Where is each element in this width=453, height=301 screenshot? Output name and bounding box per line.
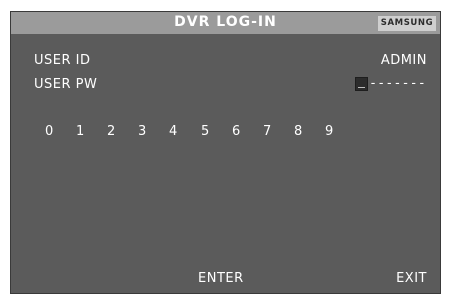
keypad-digit-3[interactable]: 3 xyxy=(138,124,147,139)
keypad-digit-7[interactable]: 7 xyxy=(263,124,272,139)
keypad-digit-4[interactable]: 4 xyxy=(169,124,178,139)
keypad-digit-6[interactable]: 6 xyxy=(232,124,241,139)
keypad-digit-8[interactable]: 8 xyxy=(294,124,303,139)
keypad-digit-1[interactable]: 1 xyxy=(76,124,85,139)
user-id-value[interactable]: ADMIN xyxy=(381,53,427,68)
dvr-login-screen: DVR LOG-IN SAMSUNG USER ID ADMIN USER PW… xyxy=(10,11,441,294)
window-title: DVR LOG-IN xyxy=(174,14,277,30)
title-bar: DVR LOG-IN SAMSUNG xyxy=(11,12,440,34)
keypad-digit-2[interactable]: 2 xyxy=(107,124,116,139)
exit-button[interactable]: EXIT xyxy=(396,271,427,286)
keypad-digit-5[interactable]: 5 xyxy=(201,124,210,139)
user-pw-value: ------- xyxy=(369,76,426,91)
enter-button[interactable]: ENTER xyxy=(198,271,244,286)
keypad-digit-0[interactable]: 0 xyxy=(45,124,54,139)
brand-logo: SAMSUNG xyxy=(378,16,436,31)
user-pw-label: USER PW xyxy=(34,77,98,92)
text-cursor xyxy=(355,76,369,91)
user-pw-field[interactable]: ------- xyxy=(355,75,426,92)
keypad-digit-9[interactable]: 9 xyxy=(325,124,334,139)
user-id-label: USER ID xyxy=(34,53,91,68)
